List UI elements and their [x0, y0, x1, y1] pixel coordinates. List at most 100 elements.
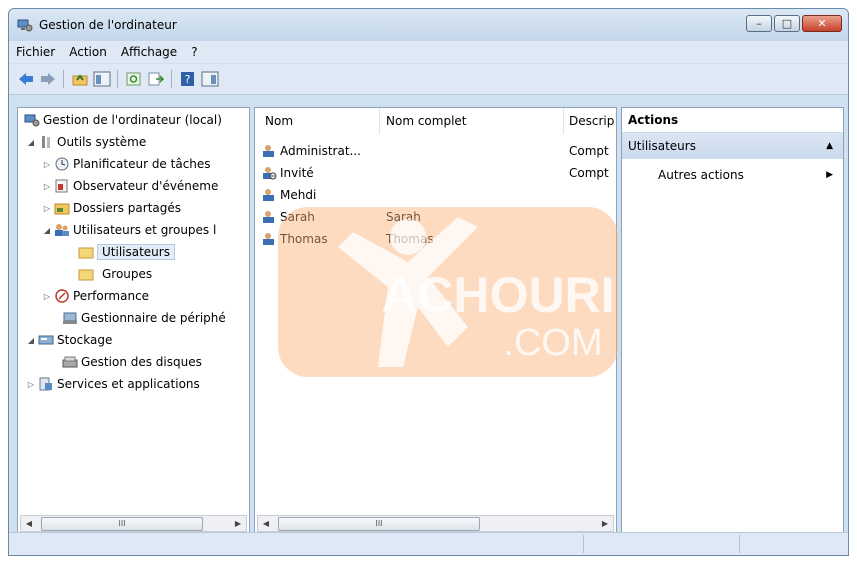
scroll-thumb[interactable]: III — [41, 517, 203, 531]
tree-node-observateur[interactable]: ▷ Observateur d'événeme — [42, 176, 218, 196]
tools-icon — [42, 136, 50, 148]
column-header-nom-complet[interactable]: Nom complet — [386, 114, 467, 128]
computer-management-icon — [24, 114, 40, 127]
menu-action[interactable]: Action — [62, 45, 114, 59]
window-title: Gestion de l'ordinateur — [39, 18, 177, 32]
actions-section-utilisateurs[interactable]: Utilisateurs ▲ — [622, 133, 843, 159]
expanded-arrow-icon[interactable]: ◢ — [26, 138, 36, 147]
users-list-pane[interactable]: Nom Nom complet Descrip Administrat... C… — [254, 107, 617, 535]
user-name: Sarah — [280, 210, 315, 224]
column-header-description[interactable]: Descrip — [569, 114, 614, 128]
user-name: Mehdi — [280, 188, 317, 202]
scroll-thumb[interactable]: III — [278, 517, 480, 531]
show-hide-console-tree-icon[interactable] — [93, 71, 111, 87]
expanded-arrow-icon[interactable]: ◢ — [26, 336, 36, 345]
collapse-up-icon[interactable]: ▲ — [826, 133, 833, 159]
tree-node-dossiers-partages[interactable]: ▷ Dossiers partagés — [42, 198, 181, 218]
maximize-icon: □ — [781, 17, 793, 30]
autres-actions-item[interactable]: Autres actions — [658, 168, 744, 182]
menu-affichage[interactable]: Affichage — [114, 45, 184, 59]
collapsed-arrow-icon[interactable]: ▷ — [42, 160, 52, 169]
tree-label: Performance — [73, 289, 150, 303]
scroll-right-icon[interactable]: ▶ — [597, 516, 613, 531]
scroll-right-icon[interactable]: ▶ — [230, 516, 246, 531]
actions-header: Actions — [622, 108, 843, 133]
menu-fichier[interactable]: Fichier — [9, 45, 62, 59]
toolbar: ? — [9, 64, 848, 95]
tree-node-groupes[interactable]: Groupes — [76, 264, 152, 284]
tree-label: Gestionnaire de périphé — [81, 311, 226, 325]
tree-node-utilisateurs[interactable]: Utilisateurs — [76, 242, 175, 262]
services-icon — [39, 377, 52, 391]
column-header-row: Nom Nom complet Descrip — [255, 108, 616, 134]
list-item[interactable]: Mehdi — [261, 184, 384, 206]
list-item[interactable]: Sarah Sarah — [261, 206, 421, 228]
console-tree-pane[interactable]: Gestion de l'ordinateur (local) ◢ Outils… — [17, 107, 250, 535]
tree-node-stockage[interactable]: ◢ Stockage — [26, 330, 112, 350]
users-groups-icon — [55, 224, 69, 236]
submenu-arrow-icon[interactable]: ▶ — [826, 170, 833, 180]
up-folder-icon[interactable] — [71, 71, 89, 87]
expanded-arrow-icon[interactable]: ◢ — [42, 226, 52, 235]
tree-label: Stockage — [57, 333, 113, 347]
export-list-icon[interactable] — [147, 71, 165, 87]
tree-label: Gestion des disques — [81, 355, 202, 369]
tree-horizontal-scrollbar[interactable]: ◀ III ▶ — [20, 515, 247, 532]
close-icon: ✕ — [817, 17, 827, 30]
status-bar — [9, 532, 848, 555]
tree-label: Outils système — [57, 135, 147, 149]
user-icon — [263, 211, 274, 223]
list-horizontal-scrollbar[interactable]: ◀ III ▶ — [257, 515, 614, 532]
storage-icon — [38, 335, 54, 345]
tree-label-selected: Utilisateurs — [97, 244, 175, 260]
close-button[interactable]: ✕ — [802, 15, 842, 32]
tree-node-planificateur[interactable]: ▷ Planificateur de tâches — [42, 154, 211, 174]
menu-help[interactable]: ? — [184, 45, 204, 59]
tree-node-services-applications[interactable]: ▷ Services et applications — [26, 374, 200, 394]
list-item[interactable]: Thomas Thomas — [261, 228, 434, 250]
tree-label: Dossiers partagés — [73, 201, 182, 215]
tree-label: Groupes — [102, 267, 153, 281]
title-bar[interactable]: Gestion de l'ordinateur – □ ✕ — [9, 9, 848, 41]
collapsed-arrow-icon[interactable]: ▷ — [26, 380, 36, 389]
list-item[interactable]: Administrat... Compt — [261, 140, 609, 162]
column-header-nom[interactable]: Nom — [265, 114, 293, 128]
list-item[interactable]: Invité Compt — [261, 162, 609, 184]
user-description: Compt — [569, 166, 609, 180]
minimize-button[interactable]: – — [746, 15, 772, 32]
device-manager-icon — [63, 312, 77, 324]
user-fullname: Thomas — [386, 232, 434, 246]
performance-icon — [55, 289, 69, 303]
collapsed-arrow-icon[interactable]: ▷ — [42, 182, 52, 191]
scroll-left-icon[interactable]: ◀ — [258, 516, 274, 531]
tree-node-gestion-disques[interactable]: Gestion des disques — [60, 352, 202, 372]
tree-node-gestionnaire-peripheriques[interactable]: Gestionnaire de périphé — [60, 308, 226, 328]
actions-pane: Actions Utilisateurs ▲ Autres actions ▶ — [621, 107, 844, 535]
tree-label: Observateur d'événeme — [73, 179, 219, 193]
tree-label: Utilisateurs et groupes l — [73, 223, 217, 237]
help-icon[interactable]: ? — [179, 71, 197, 87]
back-arrow-icon[interactable] — [17, 71, 35, 87]
disk-management-icon — [62, 356, 78, 368]
user-description: Compt — [569, 144, 609, 158]
maximize-button[interactable]: □ — [774, 15, 800, 32]
tree-label: Gestion de l'ordinateur (local) — [43, 113, 222, 127]
clock-icon — [55, 157, 69, 171]
shared-folder-icon — [54, 203, 70, 215]
collapsed-arrow-icon[interactable]: ▷ — [42, 292, 52, 301]
folder-icon — [78, 269, 94, 281]
tree-node-outils-systeme[interactable]: ◢ Outils système — [26, 132, 146, 152]
refresh-icon[interactable] — [125, 71, 143, 87]
minimize-icon: – — [756, 17, 762, 30]
tree-node-utilisateurs-groupes[interactable]: ◢ Utilisateurs et groupes l — [42, 220, 216, 240]
tree-node-root[interactable]: Gestion de l'ordinateur (local) — [22, 110, 222, 130]
forward-arrow-icon[interactable] — [39, 71, 57, 87]
tree-label: Planificateur de tâches — [73, 157, 211, 171]
tree-node-performance[interactable]: ▷ Performance — [42, 286, 149, 306]
show-hide-action-pane-icon[interactable] — [201, 71, 219, 87]
user-icon — [263, 145, 274, 157]
user-icon — [263, 189, 274, 201]
collapsed-arrow-icon[interactable]: ▷ — [42, 204, 52, 213]
menu-bar: Fichier Action Affichage ? — [9, 41, 848, 63]
scroll-left-icon[interactable]: ◀ — [21, 516, 37, 531]
